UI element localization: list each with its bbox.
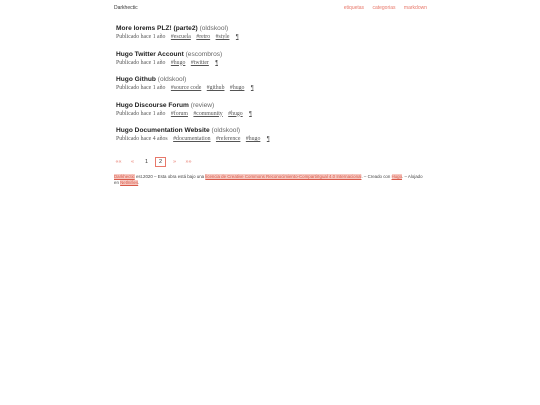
post-meta: Publicado hace 4 años #documentation #re… [116,135,436,144]
pagination-prev-button[interactable]: « [127,157,138,167]
post-type: (oldskool) [211,127,241,134]
post-tag[interactable]: #hugo [246,136,261,142]
pagination-next-button[interactable]: » [169,157,180,167]
post-title-line: More lorems PLZ! (parte2) (oldskool) [116,24,436,33]
post-title-line: Hugo Discourse Forum (review) [116,101,436,110]
post-tag[interactable]: #github [207,85,225,91]
footer-license-link[interactable]: licencia de Creative Commons Reconocimie… [205,174,362,179]
site-footer: Darkhectic est.2020 – Esta obra está baj… [114,174,426,186]
footer-text: est.2020 – Esta obra está bajo una [134,174,206,179]
post-meta: Publicado hace 1 año #forum #community #… [116,110,436,119]
post-title-link[interactable]: Hugo Github [116,76,156,83]
permalink-icon[interactable]: ¶ [215,60,218,66]
footer-hugo-link[interactable]: Hugo [391,174,403,179]
post-meta: Publicado hace 1 año #escuela #retro #st… [116,33,436,42]
post-tag[interactable]: #twitter [191,60,209,66]
pagination-page-2-current[interactable]: 2 [155,157,166,167]
post-meta: Publicado hace 1 año #hugo #twitter ¶ [116,59,436,68]
post-tag[interactable]: #escuela [171,34,191,40]
post-item: More lorems PLZ! (parte2) (oldskool) Pub… [116,24,436,50]
post-tag[interactable]: #hugo [171,60,186,66]
post-date: Publicado hace 1 año [116,34,166,40]
post-date: Publicado hace 1 año [116,59,166,66]
post-item: Hugo Discourse Forum (review) Publicado … [116,101,436,127]
nav-link-categorias[interactable]: categorias [372,5,395,11]
page: Darkhectic etiquetas categorias markdown… [0,0,540,405]
post-item: Hugo Documentation Website (oldskool) Pu… [116,126,436,152]
post-tag[interactable]: #documentation [173,136,210,142]
permalink-icon[interactable]: ¶ [251,85,254,91]
permalink-icon[interactable]: ¶ [236,34,239,40]
site-nav: etiquetas categorias markdown [337,5,427,11]
post-tag[interactable]: #style [216,34,230,40]
post-tag[interactable]: #community [193,111,222,117]
post-title-link[interactable]: Hugo Documentation Website [116,127,210,134]
post-title-line: Hugo Github (oldskool) [116,75,436,84]
nav-link-markdown[interactable]: markdown [404,5,427,11]
nav-link-etiquetas[interactable]: etiquetas [344,5,364,11]
post-list: More lorems PLZ! (parte2) (oldskool) Pub… [116,24,436,152]
post-type: (escombros) [185,50,223,58]
pagination-last-button[interactable]: »» [183,157,194,167]
footer-brand-link[interactable]: Darkhectic [114,174,135,179]
post-tag[interactable]: #forum [171,111,188,117]
post-item: Hugo Github (oldskool) Publicado hace 1 … [116,75,436,101]
footer-host-link[interactable]: Netlnifies [120,180,139,185]
post-title-line: Hugo Documentation Website (oldskool) [116,126,436,135]
pagination-first-button[interactable]: «« [113,157,124,167]
post-title-link[interactable]: Hugo Twitter Account [116,51,184,58]
post-type: (review) [190,101,215,109]
post-tag[interactable]: #hugo [228,111,243,117]
post-tag[interactable]: #hugo [230,85,245,91]
permalink-icon[interactable]: ¶ [249,111,252,117]
post-date: Publicado hace 4 años [116,136,168,142]
post-type: (oldskool) [157,76,187,83]
permalink-icon[interactable]: ¶ [267,136,270,142]
pagination: «« « 1 2 » »» [113,157,194,167]
footer-text: . – Creado con [361,174,392,179]
post-item: Hugo Twitter Account (escombros) Publica… [116,50,436,76]
site-brand-link[interactable]: Darkhectic [114,5,138,11]
post-type: (oldskool) [199,25,229,32]
post-tag[interactable]: #source code [171,85,201,91]
post-title-link[interactable]: More lorems PLZ! (parte2) [116,25,198,32]
post-tag[interactable]: #retro [196,34,210,40]
post-meta: Publicado hace 1 año #source code #githu… [116,84,436,93]
post-date: Publicado hace 1 año [116,110,166,117]
post-title-line: Hugo Twitter Account (escombros) [116,50,436,59]
site-header: Darkhectic etiquetas categorias markdown [114,5,427,15]
post-date: Publicado hace 1 año [116,85,166,91]
post-tag[interactable]: #reference [216,136,240,142]
pagination-page-1[interactable]: 1 [141,157,152,167]
footer-text: . [138,180,140,185]
post-title-link[interactable]: Hugo Discourse Forum [116,102,189,109]
